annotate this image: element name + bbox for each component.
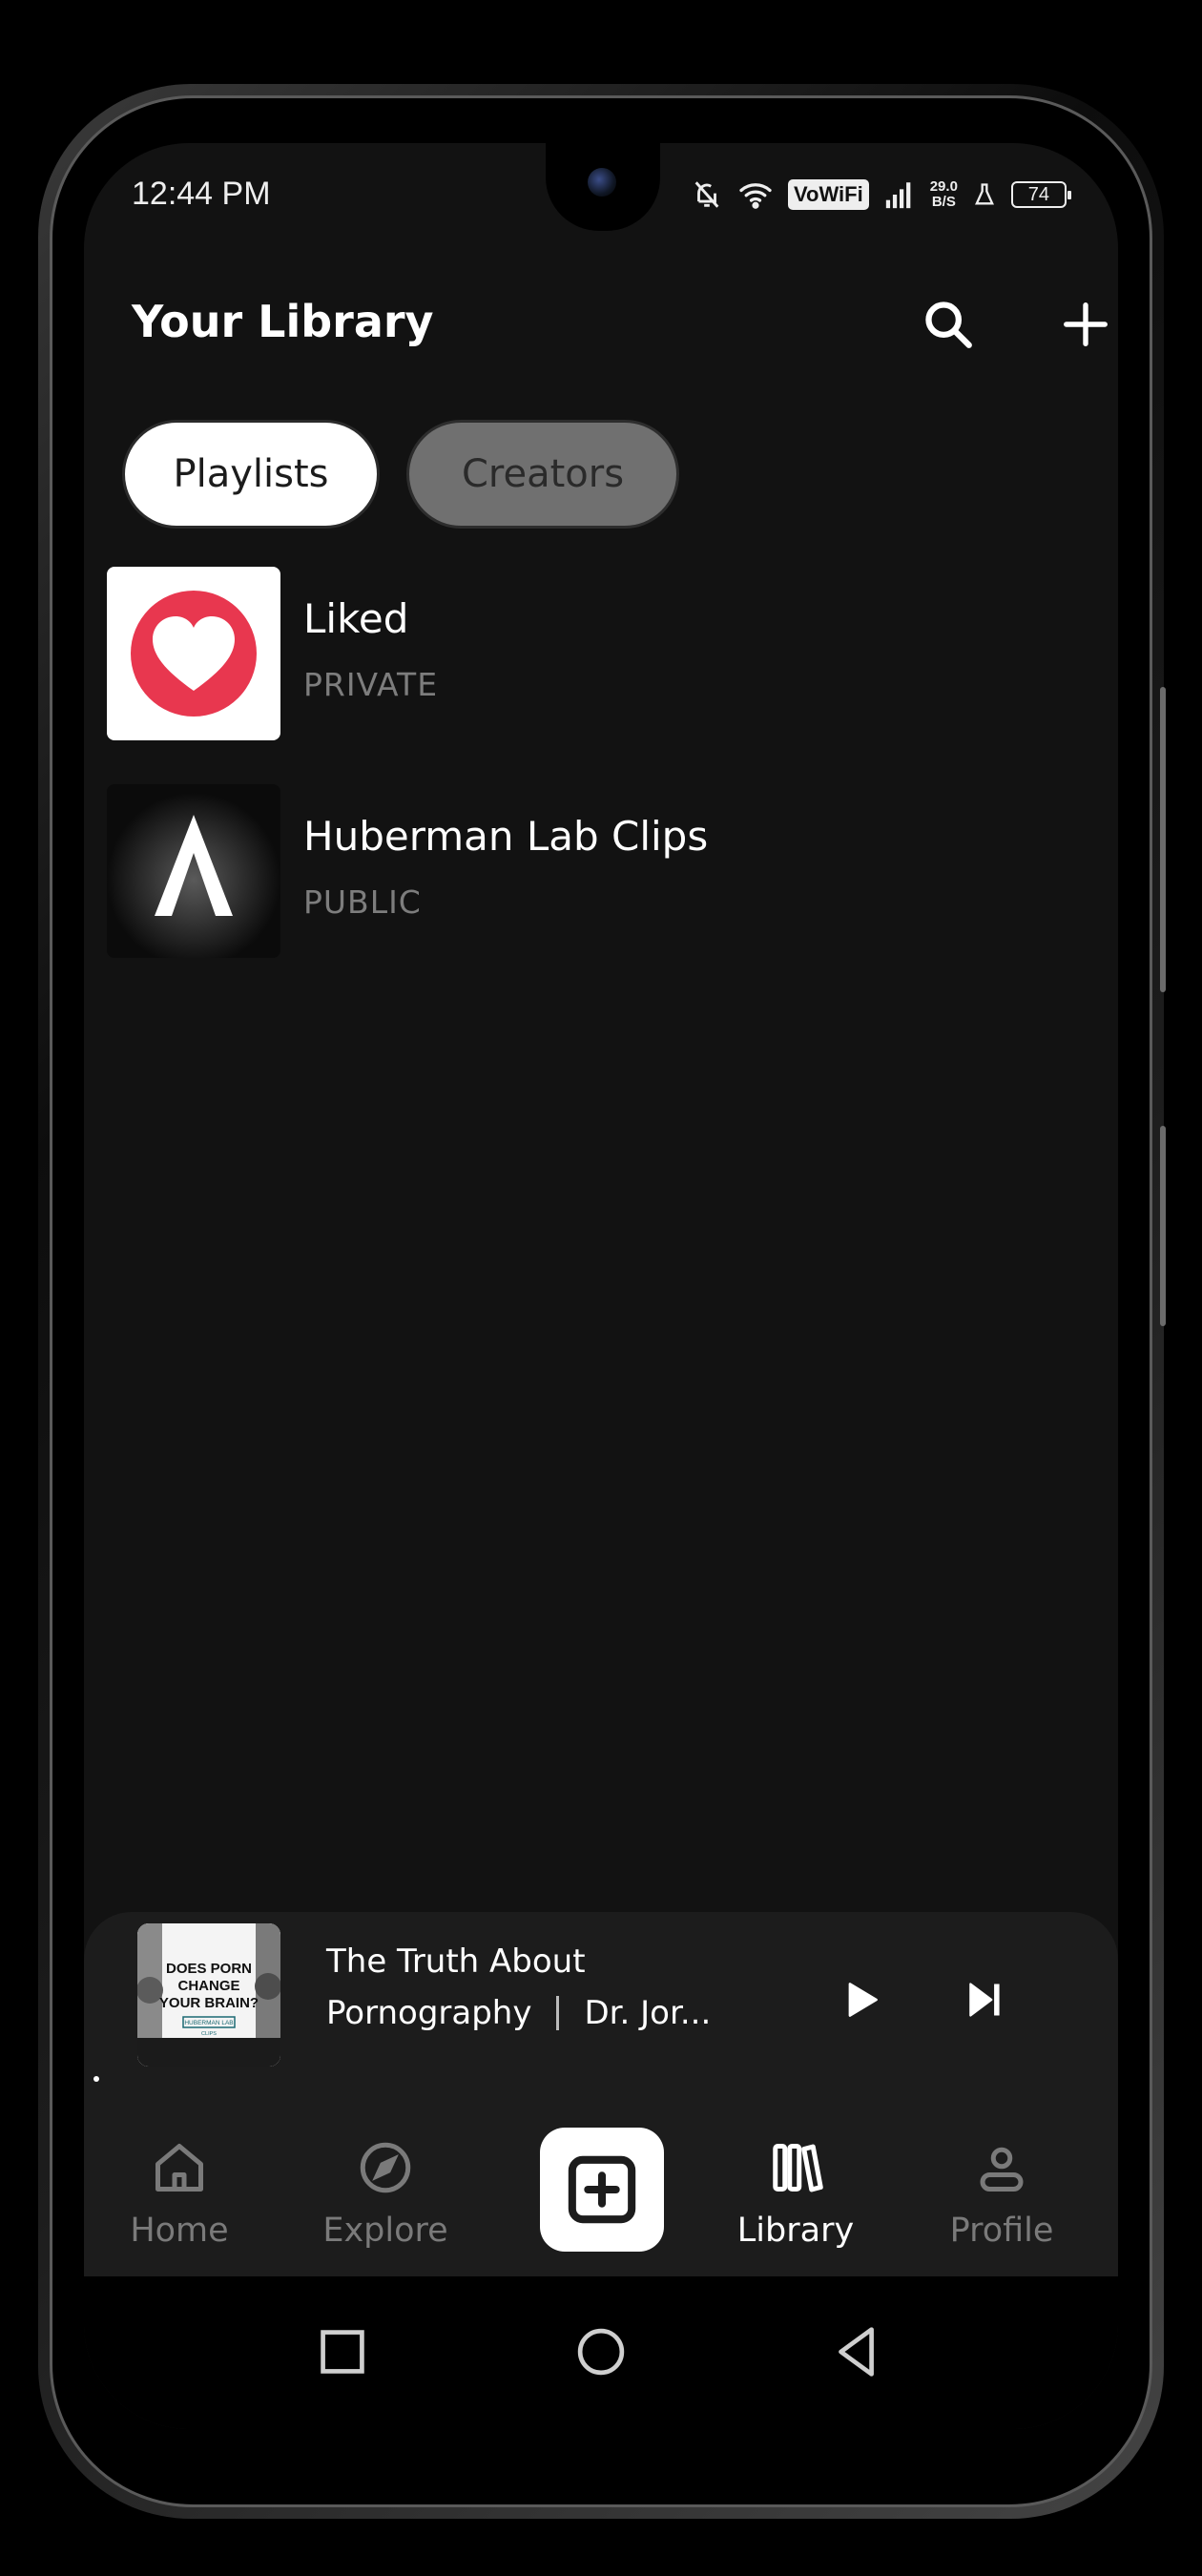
nav-profile-label: Profile [949, 2212, 1054, 2250]
nav-library[interactable]: Library [700, 2089, 891, 2276]
bottom-nav: Home Explore Library Profile [84, 2089, 1118, 2276]
system-nav-bar [84, 2276, 1118, 2429]
net-speed: 29.0 B/S [930, 179, 958, 210]
nav-explore[interactable]: Explore [290, 2089, 481, 2276]
library-item-title: Huberman Lab Clips [303, 813, 709, 860]
create-button[interactable] [540, 2128, 664, 2252]
nav-library-label: Library [736, 2212, 855, 2250]
filter-chip-creators[interactable]: Creators [406, 420, 679, 529]
skip-next-icon [969, 1983, 1000, 2017]
now-playing-title-cont: Pornography [326, 1994, 532, 2032]
net-speed-unit: B/S [931, 194, 956, 210]
status-icons: VoWiFi 29.0 B/S 74 [691, 172, 1071, 218]
home-icon [155, 2144, 203, 2192]
wifi-icon [739, 183, 772, 209]
add-square-icon [568, 2155, 636, 2224]
now-playing-title: The Truth About [326, 1942, 586, 1981]
artwork-text-2: CHANGE [177, 1978, 239, 1994]
now-playing-artist: Dr. Jor... [584, 1994, 712, 2032]
compass-icon [360, 2142, 411, 2193]
vowifi-badge: VoWiFi [788, 179, 869, 210]
separator [556, 1996, 560, 2030]
flask-icon [974, 183, 994, 205]
play-button[interactable] [822, 1962, 899, 2038]
add-button[interactable] [1047, 286, 1118, 363]
volume-button [1160, 687, 1166, 992]
library-item-title: Liked [303, 595, 409, 642]
library-item-liked[interactable]: Liked PRIVATE [107, 567, 1099, 740]
heart-icon [131, 591, 257, 717]
playback-progress[interactable] [93, 2076, 99, 2082]
huberman-logo-icon [107, 784, 280, 958]
nav-home[interactable]: Home [84, 2089, 275, 2276]
mute-bell-icon [694, 181, 719, 208]
back-triangle-icon[interactable] [824, 2318, 891, 2385]
artwork-badge-sub: CLIPS [201, 2031, 217, 2037]
library-item-huberman[interactable]: Huberman Lab Clips PUBLIC [107, 784, 1099, 958]
huberman-thumbnail [107, 784, 280, 958]
person-icon [980, 2147, 1024, 2192]
artwork-badge: HUBERMAN LAB [184, 2020, 233, 2026]
nav-explore-label: Explore [322, 2212, 448, 2250]
next-button[interactable] [946, 1962, 1023, 2038]
mini-player[interactable]: DOES PORN CHANGE YOUR BRAIN? HUBERMAN LA… [84, 1912, 1118, 2089]
status-time: 12:44 PM [132, 176, 271, 212]
front-camera-icon [588, 168, 616, 197]
nav-home-label: Home [130, 2212, 229, 2250]
artwork-text-1: DOES PORN [166, 1961, 252, 1977]
search-button[interactable] [910, 286, 986, 363]
recents-icon[interactable] [309, 2318, 376, 2385]
phone-screen: 12:44 PM VoWiFi 29.0 B/S 74 Your Library … [84, 143, 1118, 2429]
power-button [1160, 1126, 1166, 1326]
filter-chip-playlists[interactable]: Playlists [122, 420, 380, 529]
battery-icon: 74 [1010, 181, 1071, 208]
net-speed-value: 29.0 [929, 178, 958, 195]
liked-thumbnail [107, 567, 280, 740]
play-icon [848, 1983, 878, 2017]
search-icon [925, 301, 972, 348]
signal-icon [885, 182, 911, 209]
library-icon [773, 2144, 823, 2192]
now-playing-artwork: DOES PORN CHANGE YOUR BRAIN? HUBERMAN LA… [137, 1923, 280, 2067]
plus-icon [1064, 302, 1108, 346]
now-playing-subtitle: Pornography Dr. Jor... [326, 1994, 711, 2032]
nav-profile[interactable]: Profile [906, 2089, 1097, 2276]
camera-notch [546, 143, 660, 231]
episode-artwork-icon: DOES PORN CHANGE YOUR BRAIN? HUBERMAN LA… [137, 1923, 280, 2067]
battery-level: 74 [1027, 184, 1050, 205]
library-item-visibility: PRIVATE [303, 666, 439, 703]
home-circle-icon[interactable] [568, 2318, 634, 2385]
library-item-visibility: PUBLIC [303, 883, 422, 921]
page-title: Your Library [132, 296, 434, 347]
artwork-text-3: YOUR BRAIN? [159, 1995, 259, 2011]
